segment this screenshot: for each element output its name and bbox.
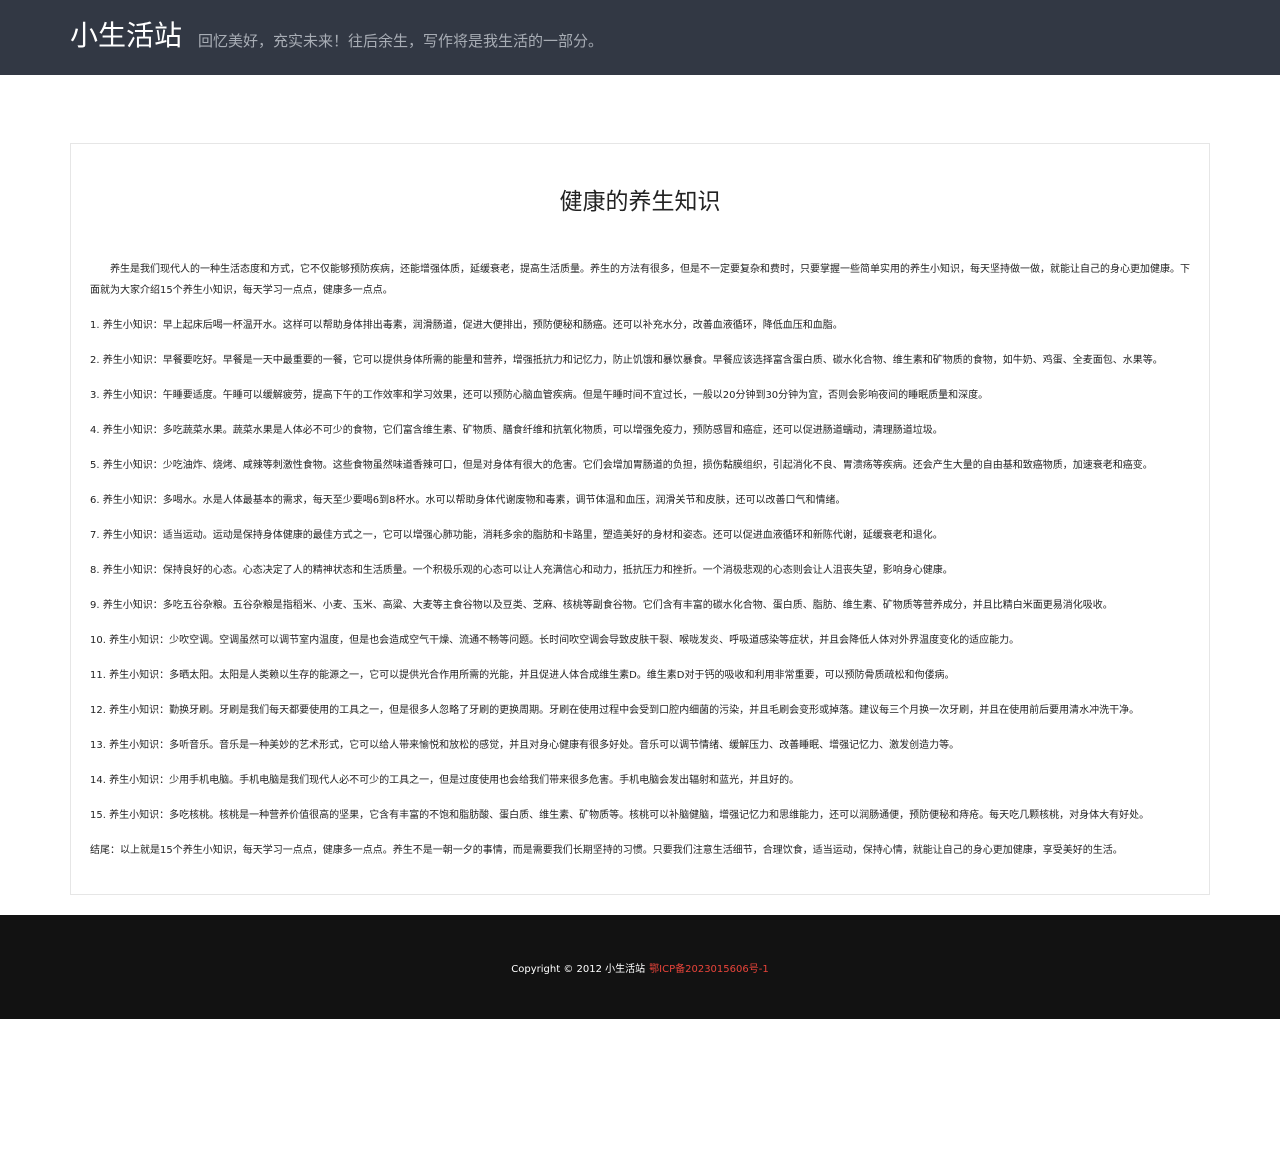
tip-item: 5. 养生小知识：少吃油炸、烧烤、咸辣等刺激性食物。这些食物虽然味道香辣可口，但… [90,460,1153,471]
tip-item: 3. 养生小知识：午睡要适度。午睡可以缓解疲劳，提高下午的工作效率和学习效果，还… [90,390,989,401]
tip-item: 11. 养生小知识：多晒太阳。太阳是人类赖以生存的能源之一，它可以提供光合作用所… [90,670,955,681]
tip-item: 9. 养生小知识：多吃五谷杂粮。五谷杂粮是指稻米、小麦、玉米、高粱、大麦等主食谷… [90,600,1113,611]
site-tagline: 回忆美好，充实未来！往后余生，写作将是我生活的一部分。 [198,32,604,50]
copyright-text: Copyright © 2012 小生活站 [511,963,646,975]
tip-item: 8. 养生小知识：保持良好的心态。心态决定了人的精神状态和生活质量。一个积极乐观… [90,565,953,576]
article-title: 健康的养生知识 [559,189,721,215]
article-card: 健康的养生知识 养生是我们现代人的一种生活态度和方式，它不仅能够预防疾病，还能增… [70,143,1210,895]
article-intro: 养生是我们现代人的一种生活态度和方式，它不仅能够预防疾病，还能增强体质，延缓衰老… [90,264,1190,296]
site-title-link[interactable]: 小生活站 [70,21,182,54]
tip-item: 14. 养生小知识：少用手机电脑。手机电脑是我们现代人必不可少的工具之一，但是过… [90,775,800,786]
tip-item: 15. 养生小知识：多吃核桃。核桃是一种营养价值很高的坚果，它含有丰富的不饱和脂… [90,810,1150,821]
tip-item: 13. 养生小知识：多听音乐。音乐是一种美妙的艺术形式，它可以给人带来愉悦和放松… [90,740,960,751]
tip-item: 2. 养生小知识：早餐要吃好。早餐是一天中最重要的一餐，它可以提供身体所需的能量… [90,355,1163,366]
tip-item: 10. 养生小知识：少吹空调。空调虽然可以调节室内温度，但是也会造成空气干燥、流… [90,635,1020,646]
tip-item: 7. 养生小知识：适当运动。运动是保持身体健康的最佳方式之一，它可以增强心肺功能… [90,530,943,541]
site-footer: Copyright © 2012 小生活站 鄂ICP备2023015606号-1 [0,915,1280,1019]
tips-list: 1. 养生小知识：早上起床后喝一杯温开水。这样可以帮助身体排出毒素，润滑肠道，促… [90,315,1190,840]
tip-item: 1. 养生小知识：早上起床后喝一杯温开水。这样可以帮助身体排出毒素，润滑肠道，促… [90,320,843,331]
icp-link[interactable]: 鄂ICP备2023015606号-1 [649,960,769,975]
tip-item: 4. 养生小知识：多吃蔬菜水果。蔬菜水果是人体必不可少的食物，它们富含维生素、矿… [90,425,943,436]
tip-item: 12. 养生小知识：勤换牙刷。牙刷是我们每天都要使用的工具之一，但是很多人忽略了… [90,705,1140,716]
tip-item: 6. 养生小知识：多喝水。水是人体最基本的需求，每天至少要喝6到8杯水。水可以帮… [90,495,846,506]
site-header: 小生活站 回忆美好，充实未来！往后余生，写作将是我生活的一部分。 [0,0,1280,75]
article-conclusion: 结尾：以上就是15个养生小知识，每天学习一点点，健康多一点点。养生不是一朝一夕的… [90,845,1123,856]
